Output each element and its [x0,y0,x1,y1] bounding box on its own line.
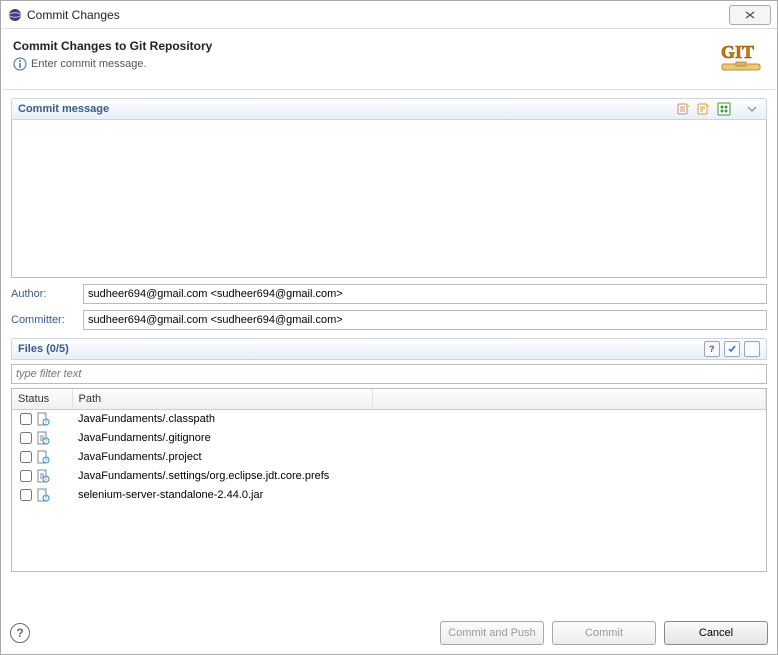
dialog-header: Commit Changes to Git Repository Enter c… [1,29,777,89]
file-icon: ? [36,450,50,464]
committer-label: Committer: [11,314,75,326]
file-path: selenium-server-standalone-2.44.0.jar [72,486,372,505]
amend-icon[interactable] [676,101,692,117]
close-icon [744,10,756,20]
eclipse-icon [7,7,23,23]
file-checkbox[interactable] [20,470,32,482]
show-untracked-button[interactable]: ? [704,341,720,357]
question-icon: ? [707,344,717,354]
files-header: Files (0/5) ? [11,338,767,360]
file-path: JavaFundaments/.project [72,448,372,467]
svg-text:?: ? [709,344,715,354]
committer-input[interactable] [83,310,767,330]
file-icon: ? [36,431,50,445]
commit-and-push-button[interactable]: Commit and Push [440,621,544,645]
file-icon: ? [36,469,50,483]
table-row[interactable]: ? selenium-server-standalone-2.44.0.jar [12,486,766,505]
files-label: Files (0/5) [18,343,69,355]
window-close-button[interactable] [729,5,771,25]
files-table: Status Path ? JavaFundaments/.classpath … [12,389,766,505]
cancel-button[interactable]: Cancel [664,621,768,645]
select-all-button[interactable] [724,341,740,357]
table-row[interactable]: ? JavaFundaments/.settings/org.eclipse.j… [12,467,766,486]
file-path: JavaFundaments/.settings/org.eclipse.jdt… [72,467,372,486]
column-spacer [372,389,766,409]
window-title: Commit Changes [27,8,729,22]
commit-message-input[interactable] [12,120,766,277]
commit-button[interactable]: Commit [552,621,656,645]
svg-text:?: ? [45,496,48,502]
deselect-all-button[interactable] [744,341,760,357]
filter-input[interactable] [11,364,767,384]
commit-message-label: Commit message [18,103,109,115]
git-logo: GIT [717,39,765,79]
commit-message-container [11,120,767,278]
file-icon: ? [36,488,50,502]
menu-dropdown-icon[interactable] [744,101,760,117]
table-row[interactable]: ? JavaFundaments/.gitignore [12,429,766,448]
titlebar: Commit Changes [1,1,777,29]
file-checkbox[interactable] [20,432,32,444]
svg-text:?: ? [45,439,48,445]
signoff-icon[interactable] [696,101,712,117]
column-path[interactable]: Path [72,389,372,409]
svg-text:?: ? [45,477,48,483]
file-checkbox[interactable] [20,489,32,501]
table-row[interactable]: ? JavaFundaments/.project [12,448,766,467]
author-input[interactable] [83,284,767,304]
files-table-container: Status Path ? JavaFundaments/.classpath … [11,388,767,572]
column-status[interactable]: Status [12,389,72,409]
svg-text:GIT: GIT [721,42,754,62]
checkmark-icon [727,344,737,354]
header-subtitle: Enter commit message. [31,58,147,70]
author-label: Author: [11,288,75,300]
file-path: JavaFundaments/.classpath [72,409,372,429]
info-icon [13,57,27,71]
header-title: Commit Changes to Git Repository [13,39,707,53]
button-row: ? Commit and Push Commit Cancel [10,621,768,645]
file-path: JavaFundaments/.gitignore [72,429,372,448]
help-button[interactable]: ? [10,623,30,643]
file-checkbox[interactable] [20,413,32,425]
svg-text:?: ? [45,458,48,464]
changeid-icon[interactable] [716,101,732,117]
commit-message-header: Commit message [11,98,767,120]
svg-text:?: ? [45,420,48,426]
file-icon: ? [36,412,50,426]
file-checkbox[interactable] [20,451,32,463]
table-row[interactable]: ? JavaFundaments/.classpath [12,409,766,429]
